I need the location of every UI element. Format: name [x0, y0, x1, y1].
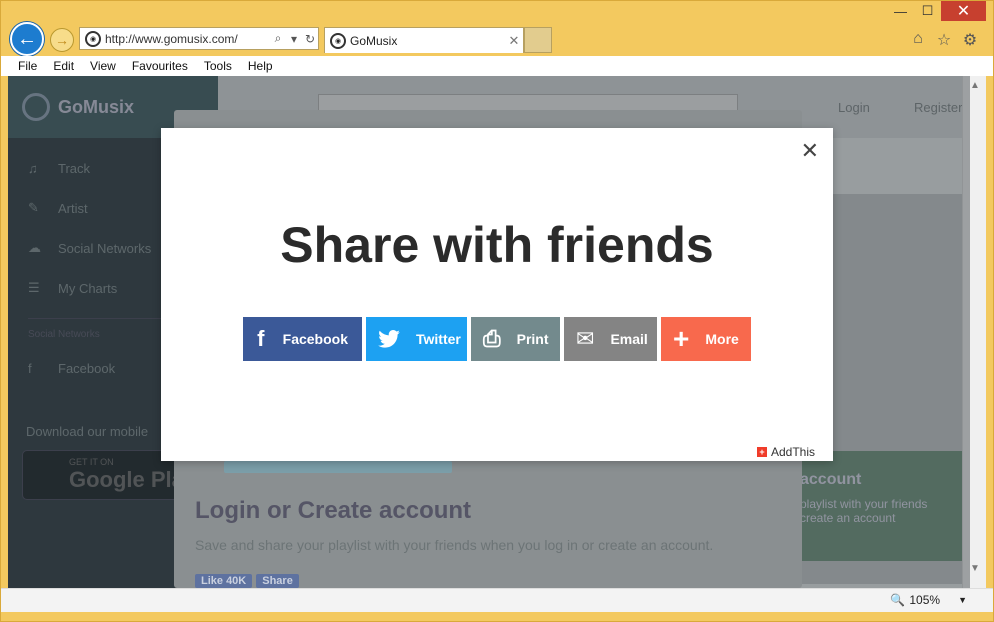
chevron-down-icon[interactable]: ▾ — [286, 32, 302, 46]
menu-bar: File Edit View Favourites Tools Help — [1, 56, 993, 76]
addthis-label: AddThis — [770, 445, 815, 459]
status-bar: 🔍 105% ▼ — [1, 588, 993, 612]
maximize-button[interactable]: ☐ — [914, 1, 941, 21]
settings-icon[interactable]: ⚙ — [960, 30, 980, 50]
site-favicon-icon: ◉ — [85, 30, 101, 47]
twitter-bird-icon — [378, 330, 400, 348]
facebook-icon: f — [257, 326, 265, 351]
share-button-label: Facebook — [282, 331, 348, 347]
share-button-label: Email — [610, 331, 648, 347]
envelope-icon: ✉ — [576, 326, 595, 351]
home-icon[interactable]: ⌂ — [908, 30, 928, 50]
search-icon[interactable]: ⌕ — [270, 31, 286, 46]
share-button-label: Twitter — [416, 331, 461, 347]
menu-view[interactable]: View — [90, 59, 116, 73]
login-title: Login or Create account — [195, 497, 472, 524]
forward-button[interactable]: → — [50, 28, 74, 52]
tab-title: GoMusix — [350, 33, 398, 48]
share-more-button[interactable]: + More — [661, 317, 751, 361]
share-print-button[interactable]: ⎙ Print — [471, 317, 560, 361]
share-button[interactable]: Share — [256, 574, 299, 588]
window-controls: — ☐ ✕ — [887, 1, 986, 21]
browser-tools: ⌂ ☆ ⚙ — [908, 30, 980, 50]
menu-help[interactable]: Help — [248, 59, 273, 73]
tab-gomusix[interactable]: ◉ GoMusix ✕ — [324, 27, 524, 53]
share-dialog: ✕ Share with friends f Facebook Twitter … — [161, 128, 833, 461]
back-button[interactable]: ← — [10, 22, 44, 56]
zoom-icon: 🔍 — [890, 593, 906, 607]
menu-edit[interactable]: Edit — [53, 59, 74, 73]
like-button[interactable]: Like 40K — [195, 574, 253, 588]
addthis-logo-icon: + — [756, 447, 767, 457]
close-window-button[interactable]: ✕ — [941, 1, 986, 21]
dialog-banner-strip — [224, 461, 452, 473]
share-button-label: Print — [516, 331, 549, 347]
zoom-level: 105% — [909, 593, 941, 607]
share-title: Share with friends — [280, 217, 714, 273]
tab-favicon-icon: ◉ — [330, 32, 346, 49]
tab-close-icon[interactable]: ✕ — [505, 33, 523, 49]
facebook-like-widget: Like 40K Share — [195, 574, 299, 588]
share-twitter-button[interactable]: Twitter — [366, 317, 467, 361]
printer-icon: ⎙ — [483, 326, 501, 351]
share-button-label: More — [705, 331, 739, 347]
chevron-down-icon[interactable]: ▼ — [958, 595, 967, 605]
plus-icon: + — [673, 323, 690, 354]
new-tab-button[interactable] — [524, 27, 552, 53]
login-description: Save and share your playlist with your f… — [195, 537, 714, 553]
menu-tools[interactable]: Tools — [204, 59, 232, 73]
menu-favourites[interactable]: Favourites — [132, 59, 188, 73]
share-buttons: f Facebook Twitter ⎙ Print ✉ Email + Mor… — [243, 317, 751, 361]
share-email-button[interactable]: ✉ Email — [564, 317, 657, 361]
address-bar[interactable]: ◉ http://www.gomusix.com/ ⌕ ▾ ↻ — [79, 27, 319, 50]
addthis-brand[interactable]: + AddThis — [756, 445, 815, 459]
share-facebook-button[interactable]: f Facebook — [243, 317, 362, 361]
url-text[interactable]: http://www.gomusix.com/ — [105, 32, 270, 46]
menu-file[interactable]: File — [18, 59, 37, 73]
navigation-bar: ← → ◉ http://www.gomusix.com/ ⌕ ▾ ↻ ◉ Go… — [0, 22, 994, 56]
zoom-control[interactable]: 🔍 105% ▼ — [890, 593, 967, 607]
favorites-icon[interactable]: ☆ — [934, 30, 954, 50]
refresh-icon[interactable]: ↻ — [302, 32, 318, 46]
close-icon[interactable]: ✕ — [801, 140, 819, 162]
minimize-button[interactable]: — — [887, 1, 914, 21]
